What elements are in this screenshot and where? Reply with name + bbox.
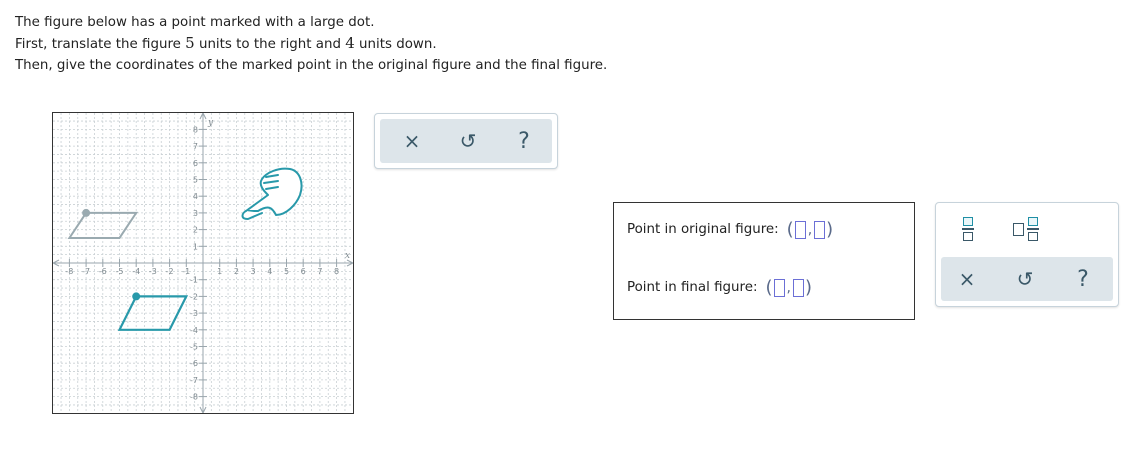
undo-button[interactable]: ↺ bbox=[448, 123, 488, 159]
math-tools-bar: × ↺ ? bbox=[941, 257, 1113, 301]
x-axis-label: x bbox=[345, 251, 350, 261]
fraction-button[interactable] bbox=[948, 211, 988, 247]
x-tick-label: -8 bbox=[65, 267, 73, 276]
coordinate-graph[interactable]: -8 -7 -6 -5 -4 -3 -2 -1 1 2 3 4 5 6 7 8 8 7 6 5 4 3 2 1 -1 -2 -3 -4… bbox=[52, 112, 354, 414]
y-tick-label: -8 bbox=[190, 393, 198, 402]
help-button[interactable]: ? bbox=[1063, 261, 1103, 297]
instruction-line-3: Then, give the coordinates of the marked… bbox=[15, 58, 608, 73]
undo-button[interactable]: ↺ bbox=[1005, 261, 1045, 297]
answer-box: Point in original figure: ( , ) Point in… bbox=[613, 202, 915, 320]
original-point-coordinate[interactable]: ( , ) bbox=[787, 219, 834, 240]
original-point-row: Point in original figure: ( , ) bbox=[627, 219, 833, 240]
original-marked-point bbox=[82, 208, 91, 217]
comma: , bbox=[807, 221, 813, 238]
math-tools-panel: × ↺ ? bbox=[935, 202, 1119, 307]
instruction-line-1: The figure below has a point marked with… bbox=[15, 15, 375, 30]
instruction-line-2: First, translate the figure 5 units to t… bbox=[15, 33, 607, 55]
hand-pointer-icon bbox=[241, 167, 303, 220]
x-tick-label: 2 bbox=[234, 267, 239, 276]
help-button[interactable]: ? bbox=[504, 123, 544, 159]
final-y-input[interactable] bbox=[792, 278, 804, 297]
y-tick-label: 6 bbox=[193, 159, 198, 168]
y-tick-label: 7 bbox=[193, 142, 198, 151]
mixed-number-button[interactable] bbox=[1006, 211, 1046, 247]
y-tick-label: -7 bbox=[190, 376, 198, 385]
comma: , bbox=[786, 279, 791, 296]
x-tick-label: 6 bbox=[301, 267, 306, 276]
y-tick-label: 5 bbox=[193, 176, 198, 185]
mixed-number-icon bbox=[1013, 217, 1039, 241]
instructions: The figure below has a point marked with… bbox=[15, 12, 607, 76]
x-tick-label: -1 bbox=[182, 267, 190, 276]
x-tick-label: -5 bbox=[116, 267, 124, 276]
graph-tools-panel: × ↺ ? bbox=[374, 113, 558, 169]
x-tick-label: 1 bbox=[217, 267, 222, 276]
close-paren: ) bbox=[826, 219, 834, 240]
axes bbox=[53, 113, 353, 413]
final-point-row: Point in final figure: ( , ) bbox=[627, 277, 812, 298]
x-tick-label: 7 bbox=[317, 267, 322, 276]
fraction-icon bbox=[962, 217, 974, 241]
y-tick-label: -3 bbox=[190, 309, 198, 318]
instruction-text: units down. bbox=[354, 37, 437, 52]
x-tick-label: 3 bbox=[251, 267, 256, 276]
clear-button[interactable]: × bbox=[392, 123, 432, 159]
open-paren: ( bbox=[786, 219, 794, 240]
y-axis-label: y bbox=[207, 118, 214, 128]
final-point-label: Point in final figure: bbox=[627, 280, 758, 295]
final-x-input[interactable] bbox=[773, 278, 785, 297]
close-icon: × bbox=[958, 267, 976, 291]
y-tick-label: 2 bbox=[193, 226, 198, 235]
instruction-text: First, translate the figure bbox=[15, 37, 186, 52]
x-tick-label: -6 bbox=[99, 267, 107, 276]
x-tick-label: -4 bbox=[132, 267, 140, 276]
x-tick-label: 4 bbox=[267, 267, 272, 276]
x-tick-label: -3 bbox=[149, 267, 157, 276]
x-tick-label: -7 bbox=[82, 267, 90, 276]
translated-marked-point[interactable] bbox=[132, 292, 141, 301]
tick-labels: -8 -7 -6 -5 -4 -3 -2 -1 1 2 3 4 5 6 7 8 8 7 6 5 4 3 2 1 -1 -2 -3 -4… bbox=[65, 118, 350, 402]
close-paren: ) bbox=[804, 277, 812, 298]
original-point-label: Point in original figure: bbox=[627, 222, 779, 237]
graph-tools-bar: × ↺ ? bbox=[380, 119, 552, 163]
y-tick-label: -4 bbox=[190, 326, 198, 335]
y-tick-label: 8 bbox=[193, 125, 198, 134]
close-icon: × bbox=[403, 129, 421, 153]
x-tick-label: -2 bbox=[166, 267, 174, 276]
x-tick-label: 8 bbox=[334, 267, 339, 276]
y-tick-label: -5 bbox=[190, 343, 198, 352]
instruction-text: units to the right and bbox=[194, 37, 346, 52]
down-units: 4 bbox=[345, 34, 355, 52]
right-units: 5 bbox=[185, 34, 195, 52]
final-point-coordinate[interactable]: ( , ) bbox=[765, 277, 812, 298]
undo-icon: ↺ bbox=[459, 129, 477, 153]
original-y-input[interactable] bbox=[814, 220, 826, 239]
help-icon: ? bbox=[1077, 266, 1089, 292]
y-tick-label: -2 bbox=[190, 292, 198, 301]
original-x-input[interactable] bbox=[794, 220, 806, 239]
open-paren: ( bbox=[765, 277, 773, 298]
x-tick-label: 5 bbox=[284, 267, 289, 276]
graph-canvas[interactable]: -8 -7 -6 -5 -4 -3 -2 -1 1 2 3 4 5 6 7 8 8 7 6 5 4 3 2 1 -1 -2 -3 -4… bbox=[53, 113, 353, 413]
y-tick-label: -1 bbox=[190, 276, 198, 285]
y-tick-label: 3 bbox=[193, 209, 198, 218]
help-icon: ? bbox=[518, 128, 530, 154]
y-tick-label: 1 bbox=[193, 242, 198, 251]
y-tick-label: -6 bbox=[190, 359, 198, 368]
y-tick-label: 4 bbox=[193, 192, 198, 201]
clear-button[interactable]: × bbox=[947, 261, 987, 297]
undo-icon: ↺ bbox=[1016, 267, 1034, 291]
